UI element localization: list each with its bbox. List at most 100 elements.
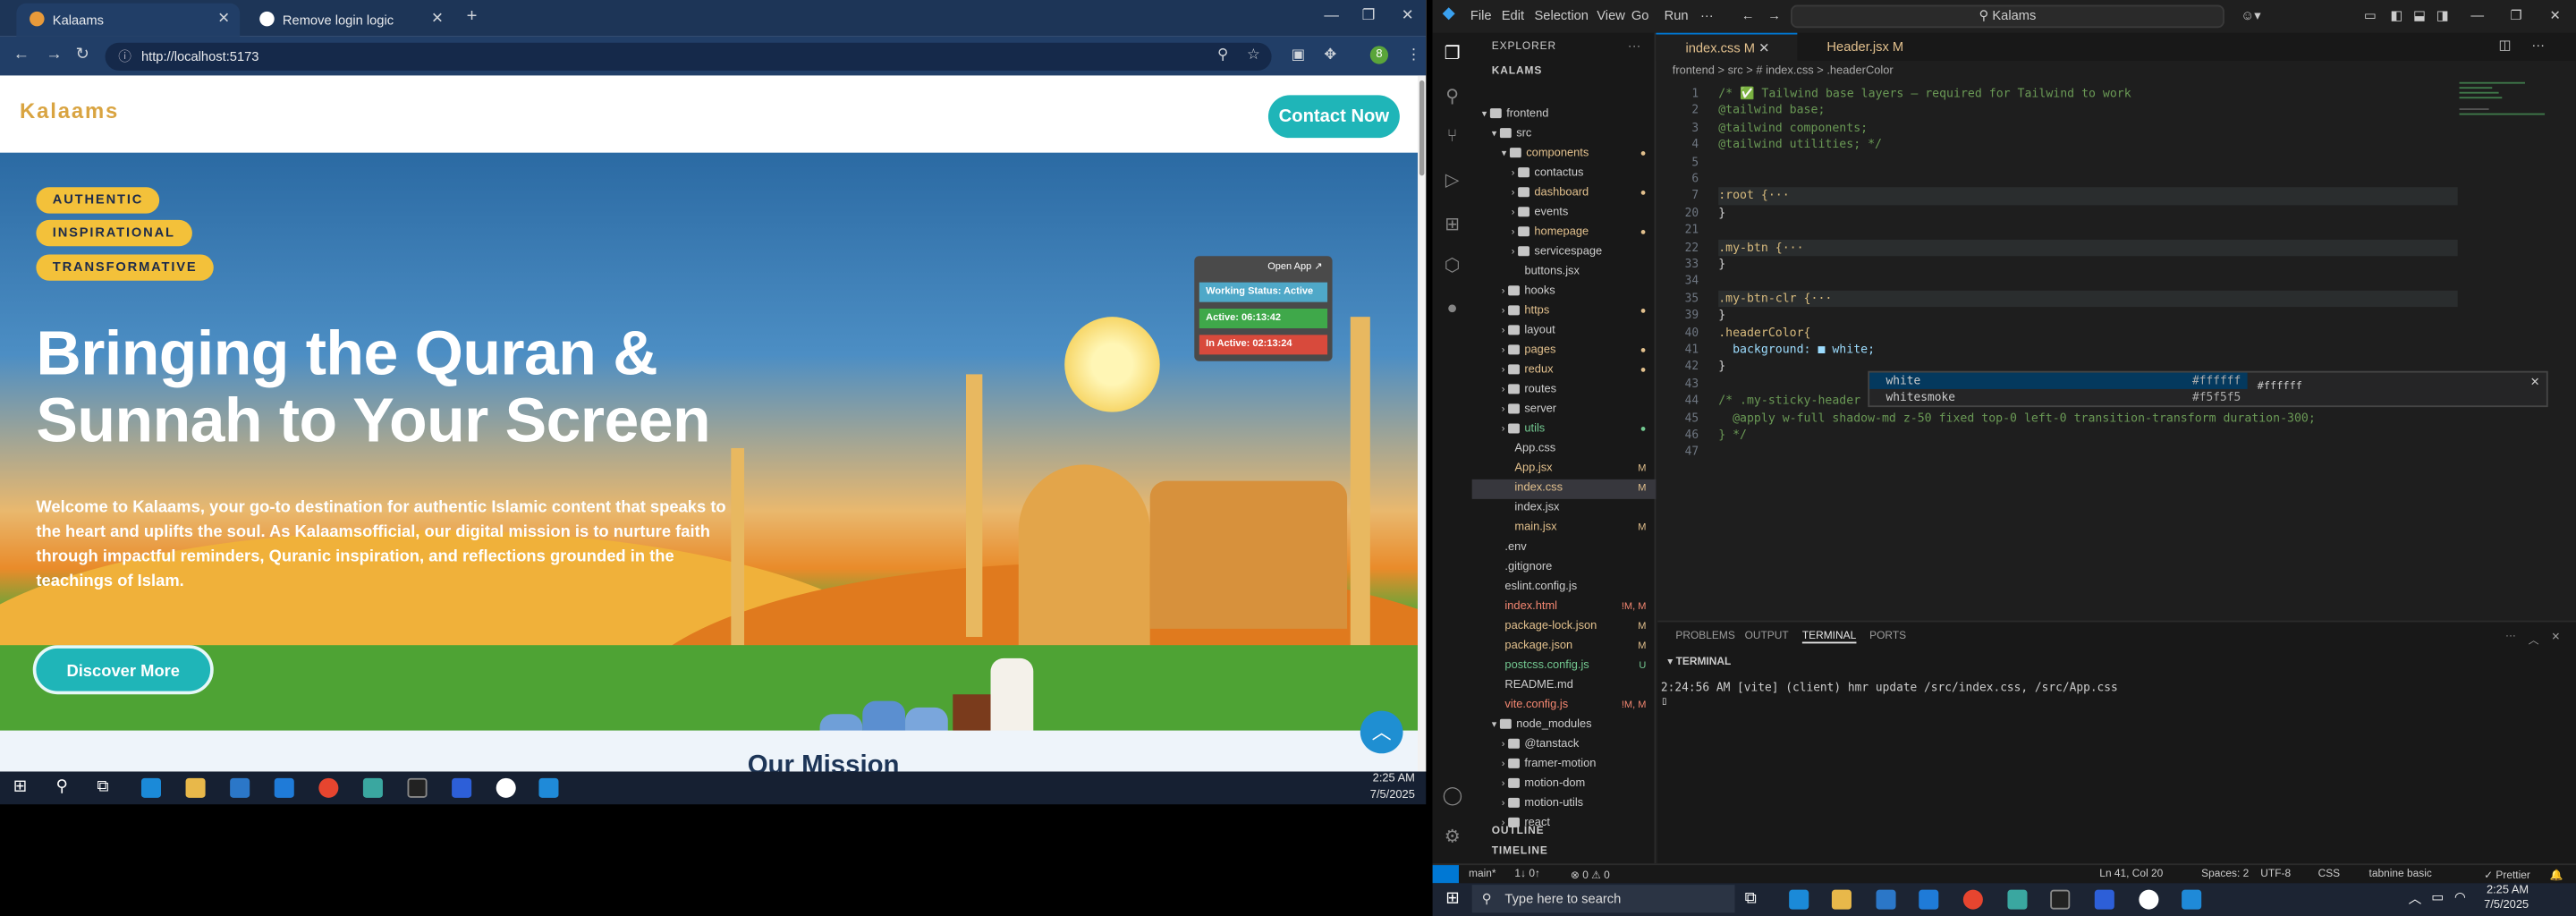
breadcrumb[interactable]: frontend > src > # index.css > .headerCo… bbox=[1673, 65, 1894, 77]
outline-section[interactable]: OUTLINE bbox=[1492, 826, 1545, 837]
menu-go[interactable]: Go bbox=[1631, 8, 1649, 23]
maximize-panel-icon[interactable]: ︿ bbox=[2529, 631, 2539, 647]
zoom-icon[interactable] bbox=[452, 777, 472, 798]
code-line[interactable]: :root {··· bbox=[1718, 187, 2458, 206]
nav-back-icon[interactable]: ← bbox=[1741, 8, 1755, 23]
taskbar-clock[interactable]: 2:25 AM 7/5/2025 bbox=[2484, 883, 2529, 912]
close-panel-icon[interactable]: ✕ bbox=[2551, 631, 2560, 644]
browser-tab[interactable]: Remove login logic ✕ bbox=[247, 4, 453, 37]
menu-view[interactable]: View bbox=[1597, 8, 1625, 23]
folder-item[interactable]: › pages ● bbox=[1472, 342, 1657, 361]
code-line[interactable]: } */ bbox=[1718, 427, 1747, 444]
file-item[interactable]: vite.config.js !M, M bbox=[1472, 696, 1657, 716]
file-item[interactable]: App.css bbox=[1472, 440, 1657, 460]
language-mode[interactable]: CSS bbox=[2318, 869, 2341, 880]
code-line[interactable]: } bbox=[1718, 308, 1725, 325]
run-debug-icon[interactable]: ▷ bbox=[1443, 171, 1462, 191]
reload-icon[interactable]: ↻ bbox=[75, 46, 89, 64]
close-tab-icon[interactable]: ✕ bbox=[431, 10, 444, 28]
minimap[interactable] bbox=[2459, 79, 2562, 144]
terminal-icon[interactable] bbox=[407, 777, 428, 798]
toggle-panel-icon[interactable]: ⬓ bbox=[2413, 8, 2426, 23]
minimize-icon[interactable]: — bbox=[1324, 6, 1339, 22]
folder-item[interactable]: ▾ node_modules bbox=[1472, 716, 1657, 735]
panel-tab-ports[interactable]: PORTS bbox=[1869, 631, 1906, 642]
app-icon[interactable] bbox=[362, 777, 383, 798]
remote-indicator-icon[interactable] bbox=[1432, 865, 1459, 884]
folder-item[interactable]: › server bbox=[1472, 401, 1657, 420]
workspace-root[interactable]: KALAMS bbox=[1492, 65, 1543, 77]
folder-item[interactable]: › hooks bbox=[1472, 283, 1657, 302]
file-item[interactable]: buttons.jsx bbox=[1472, 263, 1657, 283]
file-item[interactable]: package-lock.json M bbox=[1472, 617, 1657, 637]
terminal-icon[interactable] bbox=[2050, 889, 2071, 910]
split-editor-icon[interactable]: ◫ bbox=[2499, 38, 2512, 53]
menu-more[interactable]: ··· bbox=[1700, 8, 1714, 23]
task-view-icon[interactable]: ⧉ bbox=[1745, 890, 1765, 910]
folder-item[interactable]: › motion-utils bbox=[1472, 794, 1657, 814]
code-line[interactable]: } bbox=[1718, 205, 1725, 222]
file-explorer-icon[interactable] bbox=[185, 777, 206, 798]
file-item[interactable]: index.css M bbox=[1471, 479, 1657, 499]
back-icon[interactable]: ← bbox=[13, 46, 30, 64]
code-line[interactable]: .my-btn-clr {··· bbox=[1718, 290, 2458, 308]
vscode-icon[interactable] bbox=[538, 777, 559, 798]
panel-more-icon[interactable]: ··· bbox=[2505, 631, 2516, 642]
terminal-output[interactable]: 2:24:56 AM [vite] (client) hmr update /s… bbox=[1661, 682, 2118, 708]
folder-item[interactable]: ▾ src bbox=[1472, 124, 1657, 144]
browser-menu-icon[interactable]: ⋮ bbox=[1406, 46, 1421, 64]
file-item[interactable]: index.jsx bbox=[1472, 499, 1657, 519]
tabnine-icon[interactable]: ● bbox=[1443, 299, 1462, 318]
timeline-section[interactable]: TIMELINE bbox=[1492, 845, 1548, 857]
file-item[interactable]: App.jsx M bbox=[1472, 460, 1657, 479]
folder-item[interactable]: ▾ components ● bbox=[1472, 144, 1657, 164]
close-tab-icon[interactable]: ✕ bbox=[217, 10, 230, 28]
mail-icon[interactable] bbox=[1919, 889, 1939, 910]
edge-icon[interactable] bbox=[140, 777, 161, 798]
file-item[interactable]: .gitignore bbox=[1472, 558, 1657, 578]
suggestion-item[interactable]: whitesmoke #f5f5f5 bbox=[1869, 389, 2247, 405]
file-item[interactable]: README.md bbox=[1472, 676, 1657, 696]
menu-file[interactable]: File bbox=[1470, 8, 1492, 23]
code-line[interactable]: .headerColor{ bbox=[1718, 325, 1810, 342]
extension-icon[interactable]: ▣ bbox=[1292, 46, 1306, 64]
open-app-link[interactable]: Open App ↗ bbox=[1267, 261, 1322, 273]
code-line[interactable]: } bbox=[1718, 256, 1725, 273]
indentation[interactable]: Spaces: 2 bbox=[2201, 869, 2249, 880]
site-logo[interactable]: Kalaams bbox=[20, 98, 119, 123]
bookmark-star-icon[interactable]: ☆ bbox=[1247, 46, 1260, 64]
browser-tab-active[interactable]: Kalaams ✕ bbox=[16, 3, 241, 37]
code-editor[interactable]: 1 /* ✅ Tailwind base layers — required fo… bbox=[1656, 82, 2576, 624]
discover-more-button[interactable]: Discover More bbox=[32, 645, 214, 695]
wifi-icon[interactable]: ◠ bbox=[2454, 890, 2474, 910]
file-item[interactable]: package.json M bbox=[1472, 637, 1657, 657]
panel-tab-output[interactable]: OUTPUT bbox=[1745, 631, 1789, 642]
code-line[interactable]: @tailwind base; bbox=[1718, 102, 1825, 119]
menu-edit[interactable]: Edit bbox=[1502, 8, 1524, 23]
folder-item[interactable]: › events bbox=[1472, 204, 1657, 224]
file-item[interactable]: index.html !M, M bbox=[1472, 598, 1657, 617]
chrome-icon[interactable] bbox=[1962, 889, 1983, 910]
file-item[interactable]: main.jsx M bbox=[1472, 519, 1657, 539]
taskbar-clock[interactable]: 2:25 AM 7/5/2025 bbox=[1370, 771, 1415, 804]
panel-tab-terminal[interactable]: TERMINAL bbox=[1801, 631, 1857, 644]
app-icon[interactable] bbox=[496, 777, 516, 798]
chrome-icon[interactable] bbox=[318, 777, 339, 798]
folder-item[interactable]: › redux ● bbox=[1472, 361, 1657, 381]
minimize-icon[interactable]: — bbox=[2470, 8, 2484, 23]
folder-item[interactable]: › https ● bbox=[1472, 302, 1657, 322]
extensions-icon[interactable]: ⊞ bbox=[1443, 215, 1462, 234]
menu-run[interactable]: Run bbox=[1665, 8, 1689, 23]
app-icon[interactable] bbox=[2139, 889, 2159, 910]
toggle-secondary-icon[interactable]: ◨ bbox=[2436, 8, 2449, 23]
code-line[interactable]: @tailwind components; bbox=[1718, 120, 1868, 137]
search-icon[interactable]: ⚲ bbox=[55, 778, 75, 798]
close-tab-icon[interactable]: ✕ bbox=[1758, 41, 1769, 56]
file-explorer-icon[interactable] bbox=[1831, 889, 1852, 910]
folder-item[interactable]: › motion-dom bbox=[1472, 775, 1657, 794]
tabnine-status[interactable]: tabnine basic bbox=[2369, 869, 2432, 880]
editor-tab-header-jsx[interactable]: Header.jsx M bbox=[1797, 33, 1945, 61]
location-icon[interactable]: ⚲ bbox=[1217, 46, 1228, 64]
site-info-icon[interactable]: ⓘ bbox=[118, 43, 131, 71]
new-tab-icon[interactable]: + bbox=[467, 6, 478, 26]
